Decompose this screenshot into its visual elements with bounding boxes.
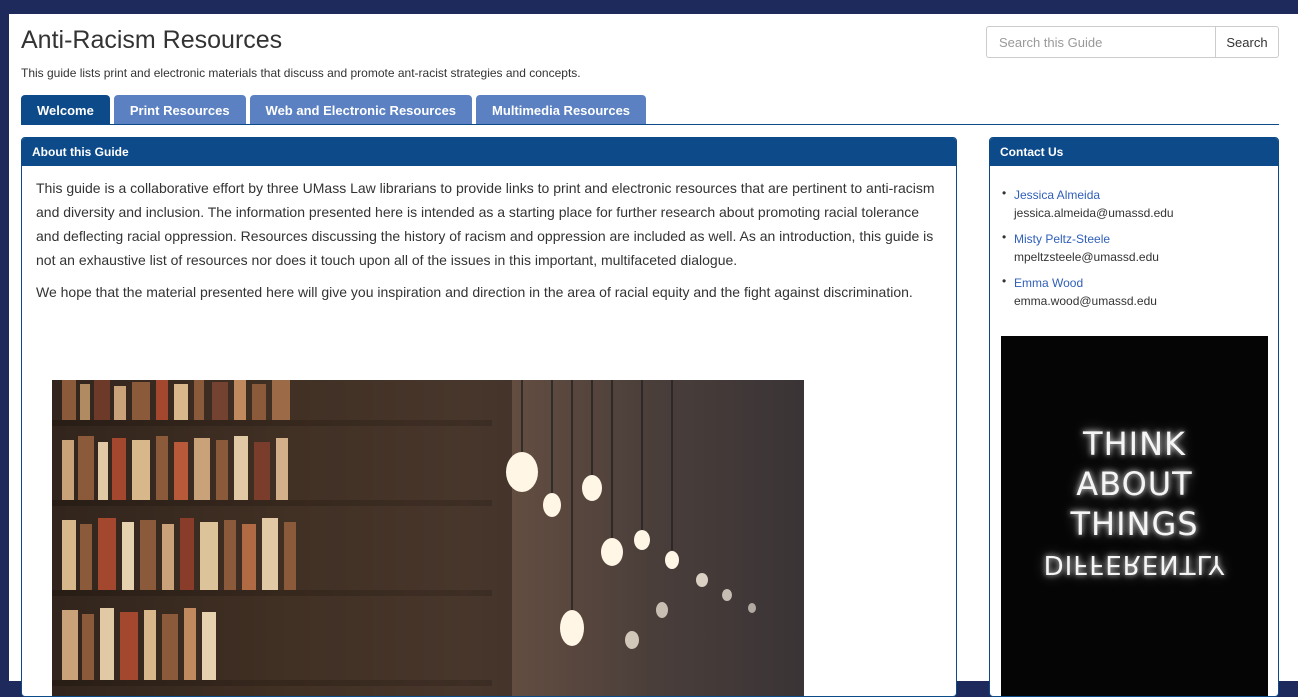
neon-sign-text: THINK ABOUT THINGS DIFFERENTLY (1001, 424, 1268, 584)
tab-web-electronic-resources[interactable]: Web and Electronic Resources (249, 95, 473, 125)
about-guide-panel: About this Guide This guide is a collabo… (21, 137, 957, 697)
contact-email: emma.wood@umassd.edu (1014, 294, 1157, 308)
about-paragraph-2: We hope that the material presented here… (36, 284, 913, 300)
tab-welcome[interactable]: Welcome (21, 95, 110, 125)
library-illustration (52, 380, 756, 696)
library-bookshelves-image (52, 380, 804, 696)
page-title: Anti-Racism Resources (21, 26, 283, 54)
think-differently-neon-image: THINK ABOUT THINGS DIFFERENTLY (1001, 336, 1268, 696)
contact-item: Jessica Almeida jessica.almeida@umassd.e… (1002, 186, 1266, 222)
neon-line: THINGS (1070, 505, 1199, 543)
neon-line: THINK (1083, 425, 1186, 463)
contact-name-link[interactable]: Misty Peltz-Steele (1014, 230, 1266, 248)
guide-page: Anti-Racism Resources This guide lists p… (9, 14, 1298, 697)
contact-name-link[interactable]: Jessica Almeida (1014, 186, 1266, 204)
contact-item: Emma Wood emma.wood@umassd.edu (1002, 274, 1266, 310)
contact-email: jessica.almeida@umassd.edu (1014, 206, 1174, 220)
neon-line: ABOUT (1076, 465, 1193, 503)
contact-us-panel: Contact Us Jessica Almeida jessica.almei… (989, 137, 1279, 697)
contact-us-heading: Contact Us (990, 138, 1278, 166)
neon-line: DIFFERENTLY (1043, 549, 1226, 579)
tab-divider (21, 124, 1279, 125)
about-guide-body: This guide is a collaborative effort by … (22, 166, 956, 322)
about-paragraph-1: This guide is a collaborative effort by … (36, 180, 935, 268)
contact-name-link[interactable]: Emma Wood (1014, 274, 1266, 292)
search-input[interactable] (986, 26, 1215, 58)
page-subtitle: This guide lists print and electronic ma… (21, 66, 581, 80)
search-form: Search (986, 26, 1279, 58)
search-button[interactable]: Search (1215, 26, 1279, 58)
guide-tabs: Welcome Print Resources Web and Electron… (21, 95, 647, 125)
about-guide-heading: About this Guide (22, 138, 956, 166)
tab-multimedia-resources[interactable]: Multimedia Resources (476, 95, 647, 125)
contact-item: Misty Peltz-Steele mpeltzsteele@umassd.e… (1002, 230, 1266, 266)
tab-print-resources[interactable]: Print Resources (113, 95, 246, 125)
contact-email: mpeltzsteele@umassd.edu (1014, 250, 1159, 264)
contact-list: Jessica Almeida jessica.almeida@umassd.e… (990, 166, 1278, 310)
